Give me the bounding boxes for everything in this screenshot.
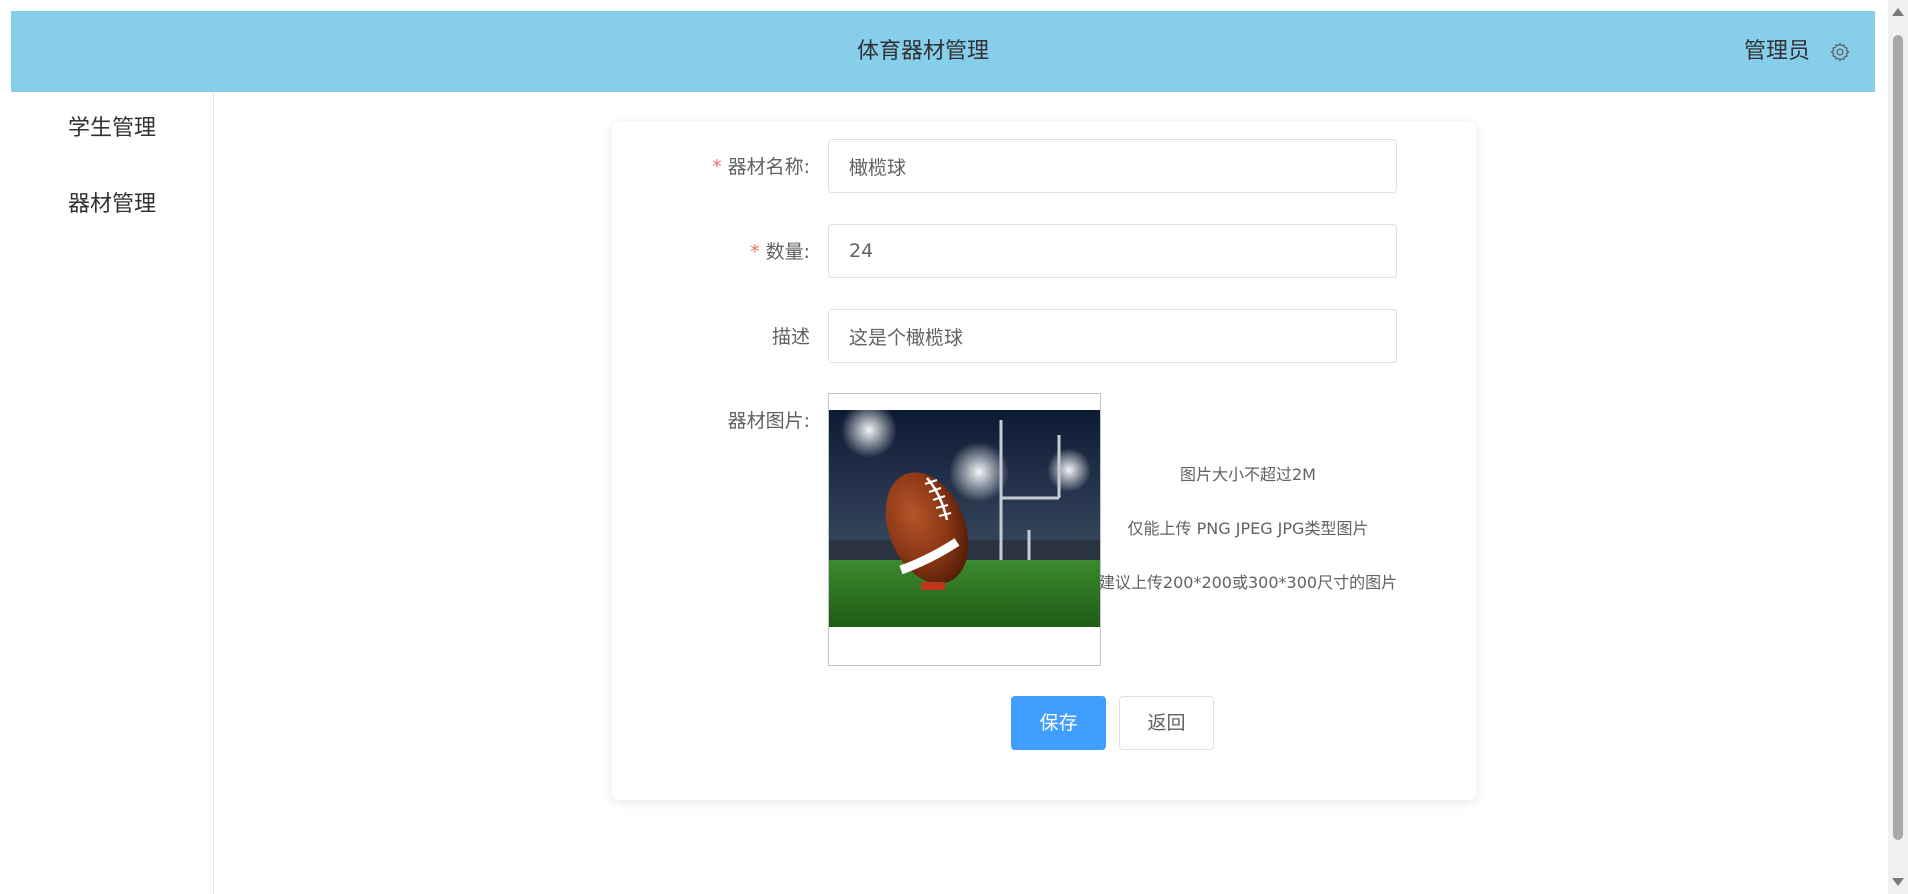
top-header: 体育器材管理 管理员 xyxy=(11,11,1875,92)
name-input[interactable] xyxy=(828,139,1397,193)
required-mark: * xyxy=(750,241,760,263)
image-label: 器材图片: xyxy=(727,410,810,432)
description-label: 描述 xyxy=(771,326,810,348)
image-hint-type: 仅能上传 PNG JPEG JPG类型图片 xyxy=(1127,519,1369,538)
sidebar: 学生管理 器材管理 xyxy=(11,92,214,894)
save-button[interactable]: 保存 xyxy=(1011,696,1106,750)
gear-icon[interactable] xyxy=(1829,41,1851,63)
sidebar-item-students[interactable]: 学生管理 xyxy=(11,99,213,159)
user-name[interactable]: 管理员 xyxy=(1744,11,1810,92)
football-image xyxy=(829,410,1100,627)
scroll-up-icon[interactable] xyxy=(1892,8,1904,16)
equipment-form-card: *器材名称: *数量: 描述 器材图片: xyxy=(612,121,1476,800)
quantity-label-text: 数量: xyxy=(765,241,810,263)
image-hint-size: 图片大小不超过2M xyxy=(1180,465,1316,484)
scroll-thumb[interactable] xyxy=(1893,35,1903,840)
name-label-text: 器材名称: xyxy=(727,156,810,178)
app-window: 体育器材管理 管理员 学生管理 器材管理 *器材名称: *数量: 描述 器材图片… xyxy=(0,0,1908,894)
sidebar-item-equipment[interactable]: 器材管理 xyxy=(11,175,213,235)
scroll-down-icon[interactable] xyxy=(1892,878,1904,886)
name-label: * 器材名称: xyxy=(712,152,810,179)
description-input[interactable] xyxy=(828,309,1397,363)
app-title: 体育器材管理 xyxy=(856,39,989,64)
quantity-input[interactable] xyxy=(828,224,1397,278)
required-mark: * xyxy=(712,156,722,178)
image-uploader[interactable] xyxy=(828,393,1101,666)
image-hint-dimensions: 建议上传200*200或300*300尺寸的图片 xyxy=(1098,573,1398,592)
back-button[interactable]: 返回 xyxy=(1119,696,1214,750)
quantity-label: * 数量: xyxy=(750,237,810,264)
vertical-scrollbar[interactable] xyxy=(1888,0,1908,894)
